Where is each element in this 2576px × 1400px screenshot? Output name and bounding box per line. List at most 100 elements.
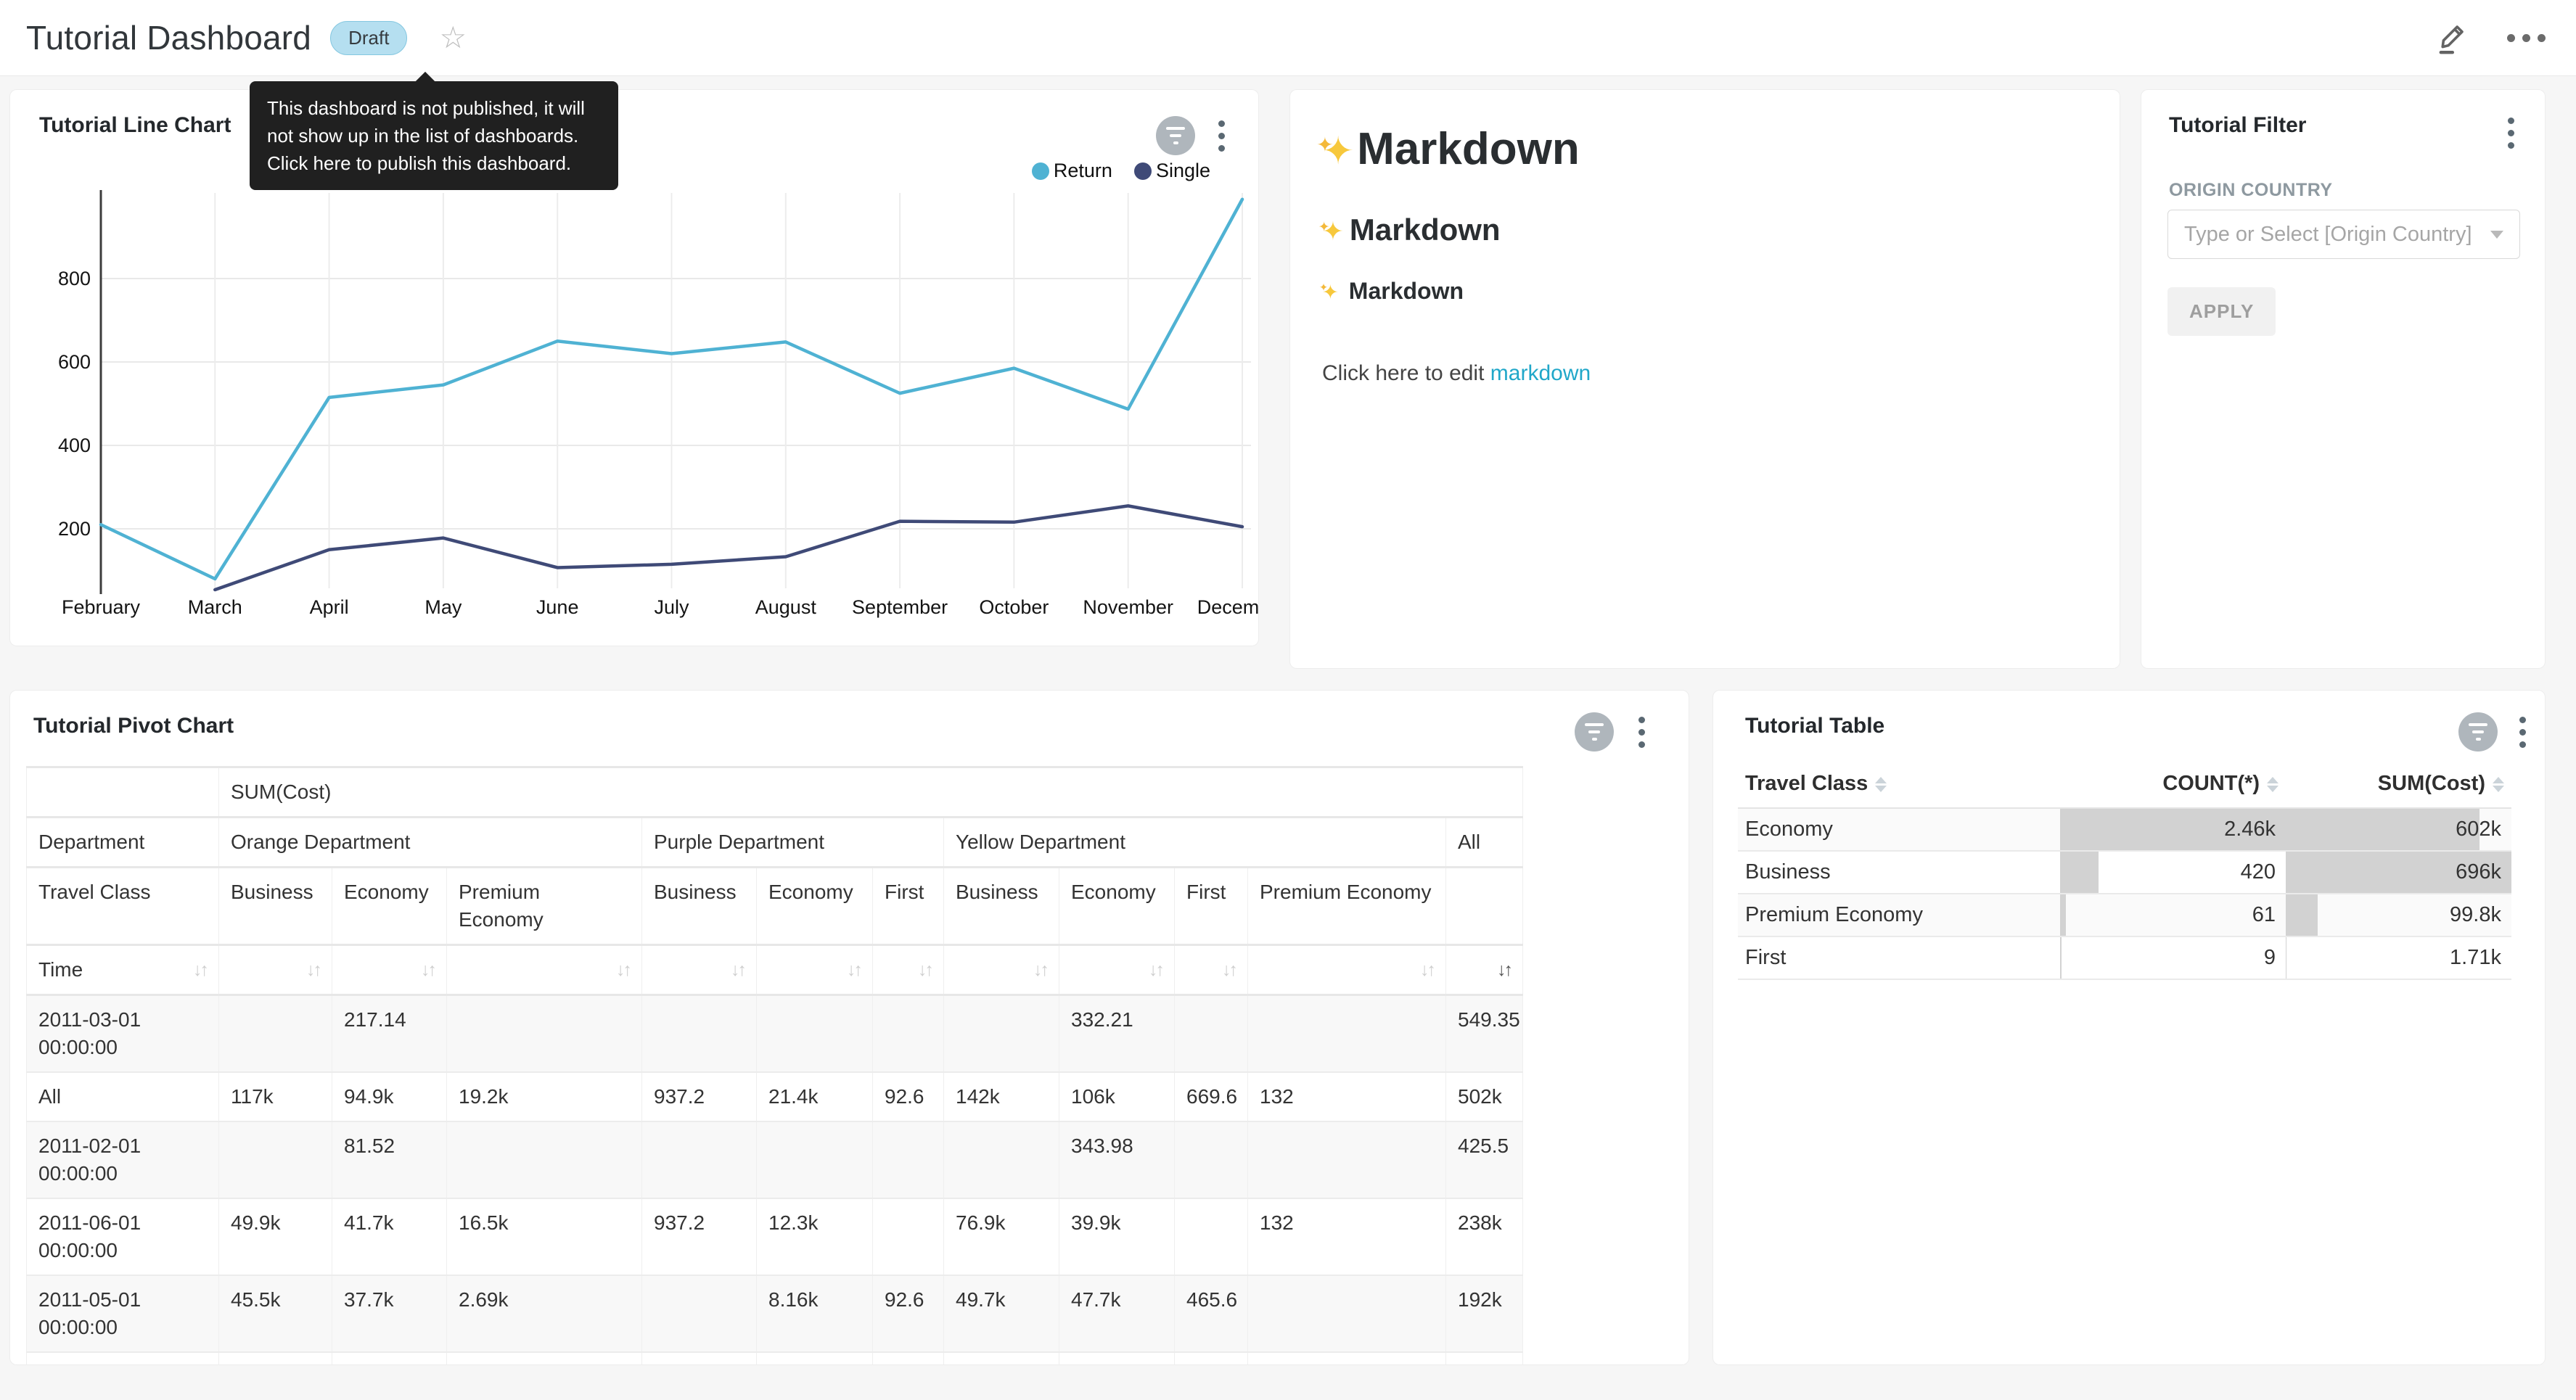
pivot-value-cell: 937.2: [642, 1198, 757, 1275]
chart-legend[interactable]: Return Single: [1032, 160, 1210, 182]
table-panel-title: Tutorial Table: [1745, 714, 1884, 738]
column-header-count-*-[interactable]: COUNT(*): [2060, 760, 2286, 808]
filter-indicator-icon[interactable]: [1156, 116, 1195, 155]
pivot-sort-cell[interactable]: ↓↑: [447, 945, 642, 995]
sort-caret-icon[interactable]: [1875, 777, 1887, 792]
pivot-value-cell: 49.7k: [944, 1275, 1059, 1352]
x-tick-label: December: [1197, 596, 1259, 618]
sum-value: 696k: [2456, 852, 2501, 893]
pivot-value-cell: 47.7k: [1059, 1275, 1175, 1352]
column-header-sum-cost-[interactable]: SUM(Cost): [2286, 760, 2511, 808]
pivot-value-cell: [642, 1275, 757, 1352]
publish-tooltip: This dashboard is not published, it will…: [250, 81, 618, 190]
pivot-sort-cell[interactable]: ↓↑: [757, 945, 873, 995]
pivot-value-cell: 16.5k: [447, 1198, 642, 1275]
svg-text:400: 400: [58, 435, 91, 456]
pivot-sort-cell[interactable]: ↓↑: [642, 945, 757, 995]
filter-menu-icon[interactable]: [2508, 118, 2514, 149]
pivot-value-cell: [1248, 1121, 1446, 1198]
pivot-sort-cell[interactable]: ↓↑: [873, 945, 944, 995]
sort-caret-icon[interactable]: [2493, 777, 2504, 792]
value-bar: [2060, 894, 2066, 936]
chevron-down-icon: [2490, 231, 2503, 239]
legend-item-single[interactable]: Single: [1134, 160, 1210, 182]
sort-icon[interactable]: ↓↑: [616, 956, 630, 984]
legend-item-return[interactable]: Return: [1032, 160, 1112, 182]
page-title: Tutorial Dashboard: [26, 18, 311, 57]
pivot-value-cell: 669.6: [1175, 1072, 1248, 1121]
travel-class-value: First: [1745, 937, 1786, 979]
pivot-class-header: [1446, 868, 1523, 945]
pivot-sort-cell[interactable]: ↓↑: [1175, 945, 1248, 995]
pivot-class-header: Business: [944, 868, 1059, 945]
pivot-value-cell: 76.9k: [944, 1198, 1059, 1275]
legend-label: Return: [1054, 160, 1112, 182]
sum-value: 1.71k: [2450, 937, 2501, 979]
chart-menu-icon[interactable]: [1218, 120, 1225, 152]
sort-caret-icon[interactable]: [2267, 777, 2278, 792]
pivot-value-cell: 927.77: [757, 1352, 873, 1365]
select-placeholder: Type or Select [Origin Country]: [2184, 223, 2483, 247]
pivot-value-cell: [642, 1121, 757, 1198]
favorite-star-icon[interactable]: ☆: [439, 22, 467, 53]
sort-icon[interactable]: ↓↑: [193, 956, 207, 984]
pivot-sort-cell[interactable]: ↓↑: [332, 945, 447, 995]
x-tick-label: March: [188, 596, 242, 618]
pivot-class-header: Business: [642, 868, 757, 945]
sort-icon[interactable]: ↓↑: [306, 956, 320, 984]
pivot-class-header: Premium Economy: [447, 868, 642, 945]
markdown-edit-link[interactable]: markdown: [1490, 361, 1591, 385]
pivot-value-cell: 2.69k: [447, 1275, 642, 1352]
svg-text:600: 600: [58, 351, 91, 373]
data-table: Travel ClassCOUNT(*)SUM(Cost)Economy2.46…: [1738, 760, 2511, 980]
sort-icon[interactable]: ↓↑: [1222, 956, 1236, 984]
pivot-row-label: 2011-06-01 00:00:00: [27, 1198, 219, 1275]
pivot-value-cell: 549.35: [1446, 995, 1523, 1073]
sparkles-icon: ✦✦: [1322, 213, 1344, 247]
sparkles-icon: ✦✦: [1322, 278, 1339, 305]
travel-class-value: Premium Economy: [1745, 894, 1923, 936]
pivot-sort-cell[interactable]: ↓↑: [1248, 945, 1446, 995]
pivot-sort-cell[interactable]: ↓↑: [1059, 945, 1175, 995]
pivot-table: SUM(Cost)DepartmentOrange DepartmentPurp…: [26, 766, 1523, 1365]
legend-label: Single: [1156, 160, 1210, 182]
filter-indicator-icon[interactable]: [2458, 712, 2498, 752]
sort-icon[interactable]: ↓↑: [1033, 956, 1047, 984]
pivot-chart-panel: Tutorial Pivot Chart SUM(Cost)Department…: [9, 690, 1689, 1365]
pivot-value-cell: 21.4k: [757, 1072, 873, 1121]
status-badge[interactable]: Draft: [330, 21, 407, 55]
pivot-time-header[interactable]: Time↓↑: [27, 945, 219, 995]
pivot-sort-cell[interactable]: ↓↑: [219, 945, 332, 995]
chart-menu-icon[interactable]: [2519, 717, 2526, 748]
pivot-row-label: 2011-04-01 00:00:00: [27, 1352, 219, 1365]
apply-button[interactable]: APPLY: [2167, 287, 2276, 336]
sort-icon[interactable]: ↓↑: [1420, 956, 1434, 984]
sort-icon[interactable]: ↓↑: [847, 956, 861, 984]
pivot-sort-cell[interactable]: ↓↑: [944, 945, 1059, 995]
pivot-row-label: 2011-03-01 00:00:00: [27, 995, 219, 1073]
x-tick-label: September: [852, 596, 948, 618]
pivot-value-cell: 21.4k: [219, 1352, 332, 1365]
sort-icon[interactable]: ↓↑: [421, 956, 435, 984]
more-options-icon[interactable]: [2507, 34, 2546, 42]
pivot-row-label: 2011-02-01 00:00:00: [27, 1121, 219, 1198]
pivot-row: 2011-03-01 00:00:00217.14332.21549.35: [27, 995, 1523, 1073]
pivot-value-cell: [873, 1121, 944, 1198]
origin-country-select[interactable]: Type or Select [Origin Country]: [2167, 210, 2520, 259]
pivot-value-cell: 41.7k: [332, 1198, 447, 1275]
filter-indicator-icon[interactable]: [1575, 712, 1614, 752]
sort-desc-icon[interactable]: ↓↑: [1497, 956, 1511, 984]
sort-icon[interactable]: ↓↑: [731, 956, 745, 984]
pivot-value-cell: [219, 995, 332, 1073]
pivot-row: All117k94.9k19.2k937.221.4k92.6142k106k6…: [27, 1072, 1523, 1121]
sort-icon[interactable]: ↓↑: [1149, 956, 1162, 984]
count-value: 61: [2252, 894, 2276, 936]
origin-country-label: ORIGIN COUNTRY: [2169, 180, 2333, 201]
pivot-sort-cell[interactable]: ↓↑: [1446, 945, 1523, 995]
value-bar: [2060, 852, 2099, 893]
edit-pencil-icon[interactable]: [2435, 20, 2469, 57]
column-header-travel-class[interactable]: Travel Class: [1738, 760, 2060, 808]
pivot-value-cell: [1248, 1275, 1446, 1352]
sort-icon[interactable]: ↓↑: [918, 956, 932, 984]
chart-menu-icon[interactable]: [1638, 717, 1645, 748]
